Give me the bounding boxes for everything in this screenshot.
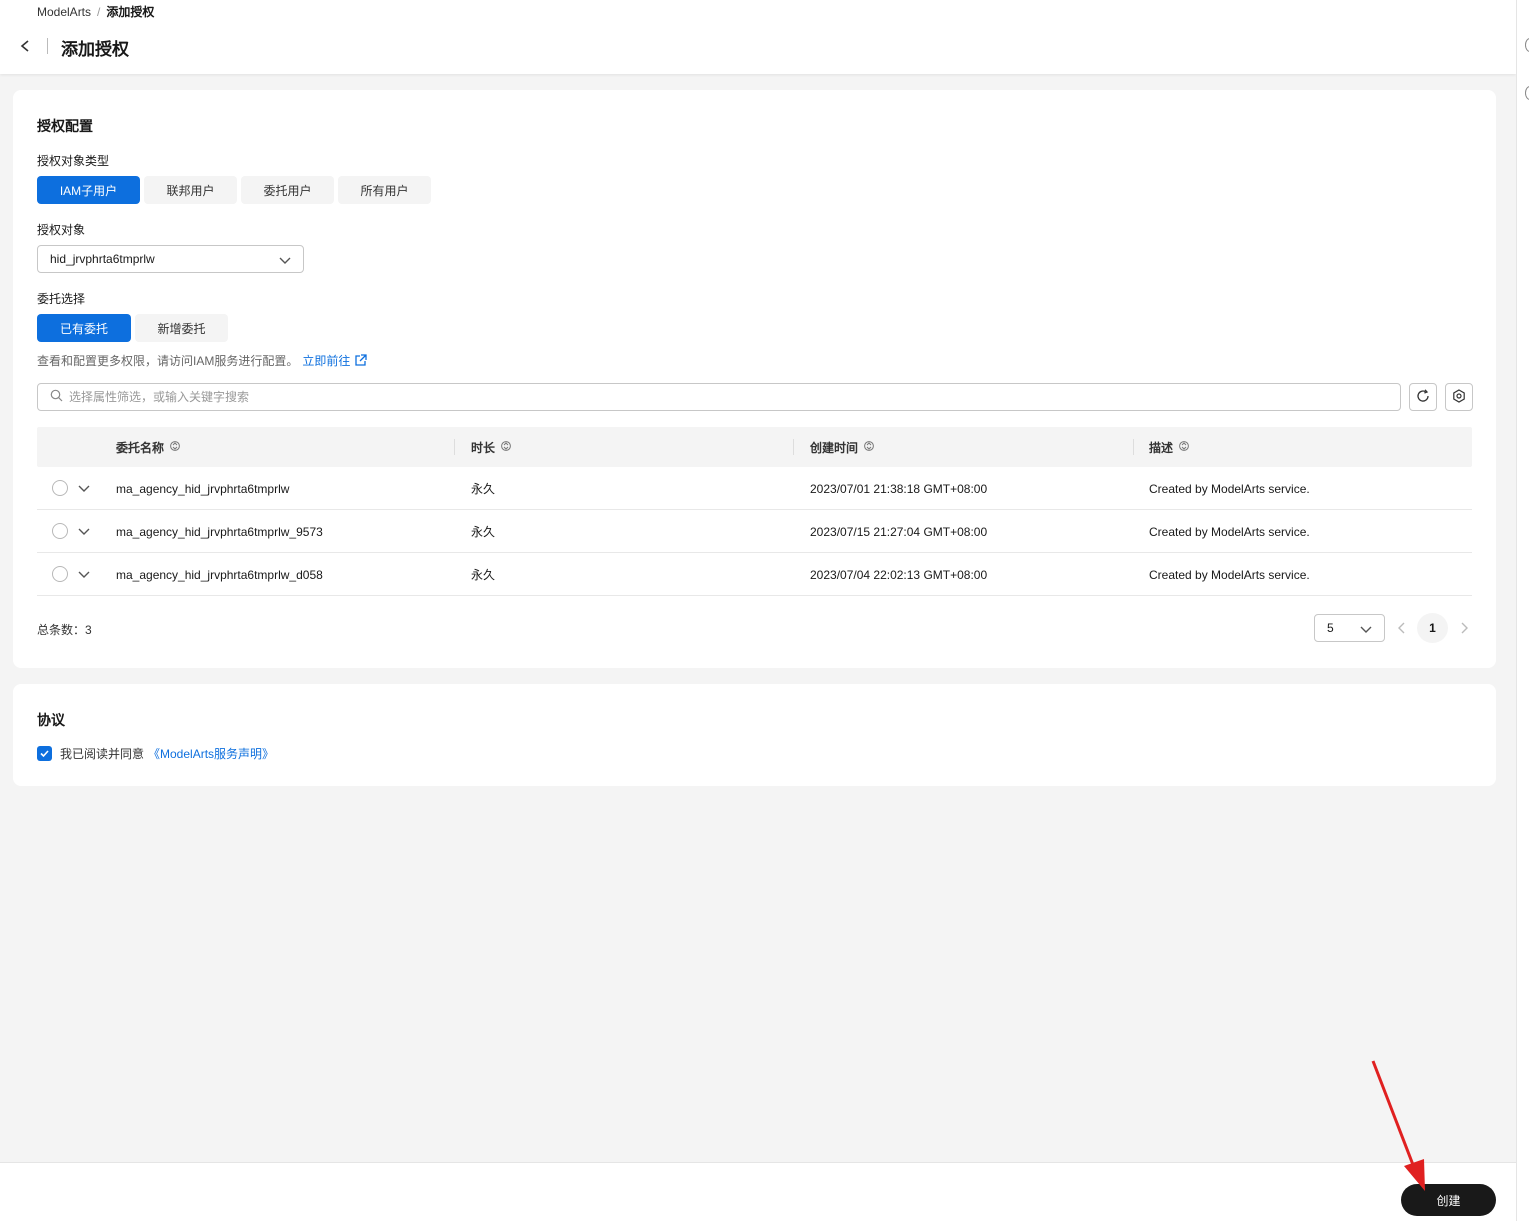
sort-icon[interactable] <box>1179 440 1189 455</box>
cell-name: ma_agency_hid_jrvphrta6tmprlw <box>116 481 290 496</box>
object-type-all-users[interactable]: 所有用户 <box>338 176 431 204</box>
settings-button[interactable] <box>1445 383 1473 411</box>
table-row[interactable]: ma_agency_hid_jrvphrta6tmprlw 永久 2023/07… <box>37 467 1472 510</box>
iam-hint: 查看和配置更多权限，请访问IAM服务进行配置。 立即前往 <box>37 352 368 370</box>
go-now-link[interactable]: 立即前往 <box>302 354 350 368</box>
service-statement-link[interactable]: 《ModelArts服务声明》 <box>148 745 274 762</box>
auth-config-card: 授权配置 授权对象类型 IAM子用户 联邦用户 委托用户 所有用户 授权对象 h… <box>13 90 1496 668</box>
cell-desc: Created by ModelArts service. <box>1149 481 1310 496</box>
agency-new[interactable]: 新增委托 <box>135 314 228 342</box>
breadcrumb-current: 添加授权 <box>106 5 155 19</box>
chevron-left-icon[interactable] <box>1395 620 1409 636</box>
breadcrumb: ModelArts / 添加授权 <box>37 3 154 20</box>
object-type-selector: IAM子用户 联邦用户 委托用户 所有用户 <box>37 176 431 204</box>
cell-name: ma_agency_hid_jrvphrta6tmprlw_d058 <box>116 567 323 582</box>
page-size-value: 5 <box>1327 621 1334 635</box>
column-divider <box>454 439 455 455</box>
object-type-iam-sub-user[interactable]: IAM子用户 <box>37 176 140 204</box>
chevron-right-icon[interactable] <box>1457 620 1471 636</box>
cell-duration: 永久 <box>471 568 496 582</box>
agency-selector: 已有委托 新增委托 <box>37 314 228 342</box>
column-header-desc[interactable]: 描述 <box>1149 427 1189 467</box>
page-size-select[interactable]: 5 <box>1314 614 1385 642</box>
refresh-icon <box>1416 388 1430 406</box>
page-number[interactable]: 1 <box>1417 613 1448 643</box>
sort-icon[interactable] <box>501 440 511 455</box>
section-title-agreement: 协议 <box>37 712 65 728</box>
chevron-down-icon[interactable] <box>77 482 91 494</box>
object-type-federated-user[interactable]: 联邦用户 <box>144 176 237 204</box>
page-title: 添加授权 <box>61 40 129 59</box>
column-divider <box>793 439 794 455</box>
row-radio[interactable] <box>52 566 68 582</box>
agency-label: 委托选择 <box>37 292 86 306</box>
chevron-down-icon <box>1360 623 1372 637</box>
breadcrumb-separator: / <box>97 5 101 19</box>
side-circle-icon[interactable] <box>1525 38 1529 52</box>
agree-checkbox[interactable] <box>37 746 52 761</box>
column-header-duration[interactable]: 时长 <box>471 427 511 467</box>
section-title-auth-config: 授权配置 <box>37 118 93 134</box>
object-type-agency-user[interactable]: 委托用户 <box>241 176 334 204</box>
iam-hint-text: 查看和配置更多权限，请访问IAM服务进行配置。 <box>37 354 299 368</box>
column-label: 创建时间 <box>810 440 859 455</box>
check-icon <box>40 750 49 758</box>
chevron-down-icon[interactable] <box>77 525 91 537</box>
cell-desc: Created by ModelArts service. <box>1149 524 1310 539</box>
title-divider <box>47 38 48 54</box>
cell-desc: Created by ModelArts service. <box>1149 567 1310 582</box>
refresh-button[interactable] <box>1409 383 1437 411</box>
table-row[interactable]: ma_agency_hid_jrvphrta6tmprlw_d058 永久 20… <box>37 553 1472 596</box>
chevron-down-icon <box>279 254 291 264</box>
row-radio[interactable] <box>52 480 68 496</box>
sort-icon[interactable] <box>170 440 180 455</box>
page-footer: 创建 <box>0 1162 1516 1221</box>
column-label: 时长 <box>471 440 496 455</box>
object-label: 授权对象 <box>37 223 86 237</box>
breadcrumb-root[interactable]: ModelArts <box>37 5 91 19</box>
side-circle-icon[interactable] <box>1525 86 1529 100</box>
page-header: ModelArts / 添加授权 添加授权 <box>0 0 1516 74</box>
agency-table: 委托名称 时长 创建时间 描述 ma_agency_hid_jrvphrta6t… <box>37 427 1472 596</box>
table-row[interactable]: ma_agency_hid_jrvphrta6tmprlw_9573 永久 20… <box>37 510 1472 553</box>
sort-icon[interactable] <box>864 440 874 455</box>
external-link-icon[interactable] <box>354 354 368 370</box>
column-header-created[interactable]: 创建时间 <box>810 427 874 467</box>
table-header: 委托名称 时长 创建时间 描述 <box>37 427 1472 467</box>
cell-duration: 永久 <box>471 525 496 539</box>
column-divider <box>1133 439 1134 455</box>
column-label: 委托名称 <box>116 440 165 455</box>
search-bar <box>37 383 1401 411</box>
annotation-arrow-icon <box>1371 1060 1425 1191</box>
cell-created: 2023/07/15 21:27:04 GMT+08:00 <box>810 524 988 539</box>
total-count: 总条数：3 <box>37 623 92 637</box>
back-arrow-icon[interactable] <box>18 36 34 56</box>
object-select[interactable]: hid_jrvphrta6tmprlw <box>37 245 304 273</box>
chevron-down-icon[interactable] <box>77 568 91 580</box>
column-header-name[interactable]: 委托名称 <box>116 427 180 467</box>
object-type-label: 授权对象类型 <box>37 154 110 168</box>
cell-duration: 永久 <box>471 482 496 496</box>
object-select-value: hid_jrvphrta6tmprlw <box>50 252 155 266</box>
cell-name: ma_agency_hid_jrvphrta6tmprlw_9573 <box>116 524 323 539</box>
column-label: 描述 <box>1149 440 1174 455</box>
cell-created: 2023/07/01 21:38:18 GMT+08:00 <box>810 481 988 496</box>
search-icon <box>50 389 63 405</box>
agreement-card: 协议 我已阅读并同意 《ModelArts服务声明》 <box>13 684 1496 786</box>
agreement-text: 我已阅读并同意 <box>60 747 145 761</box>
row-radio[interactable] <box>52 523 68 539</box>
agency-existing[interactable]: 已有委托 <box>37 314 131 342</box>
cell-created: 2023/07/04 22:02:13 GMT+08:00 <box>810 567 988 582</box>
gear-icon <box>1452 388 1466 406</box>
search-input[interactable] <box>69 390 1369 404</box>
right-side-strip <box>1516 0 1529 1221</box>
agreement-row: 我已阅读并同意 《ModelArts服务声明》 <box>37 745 274 762</box>
